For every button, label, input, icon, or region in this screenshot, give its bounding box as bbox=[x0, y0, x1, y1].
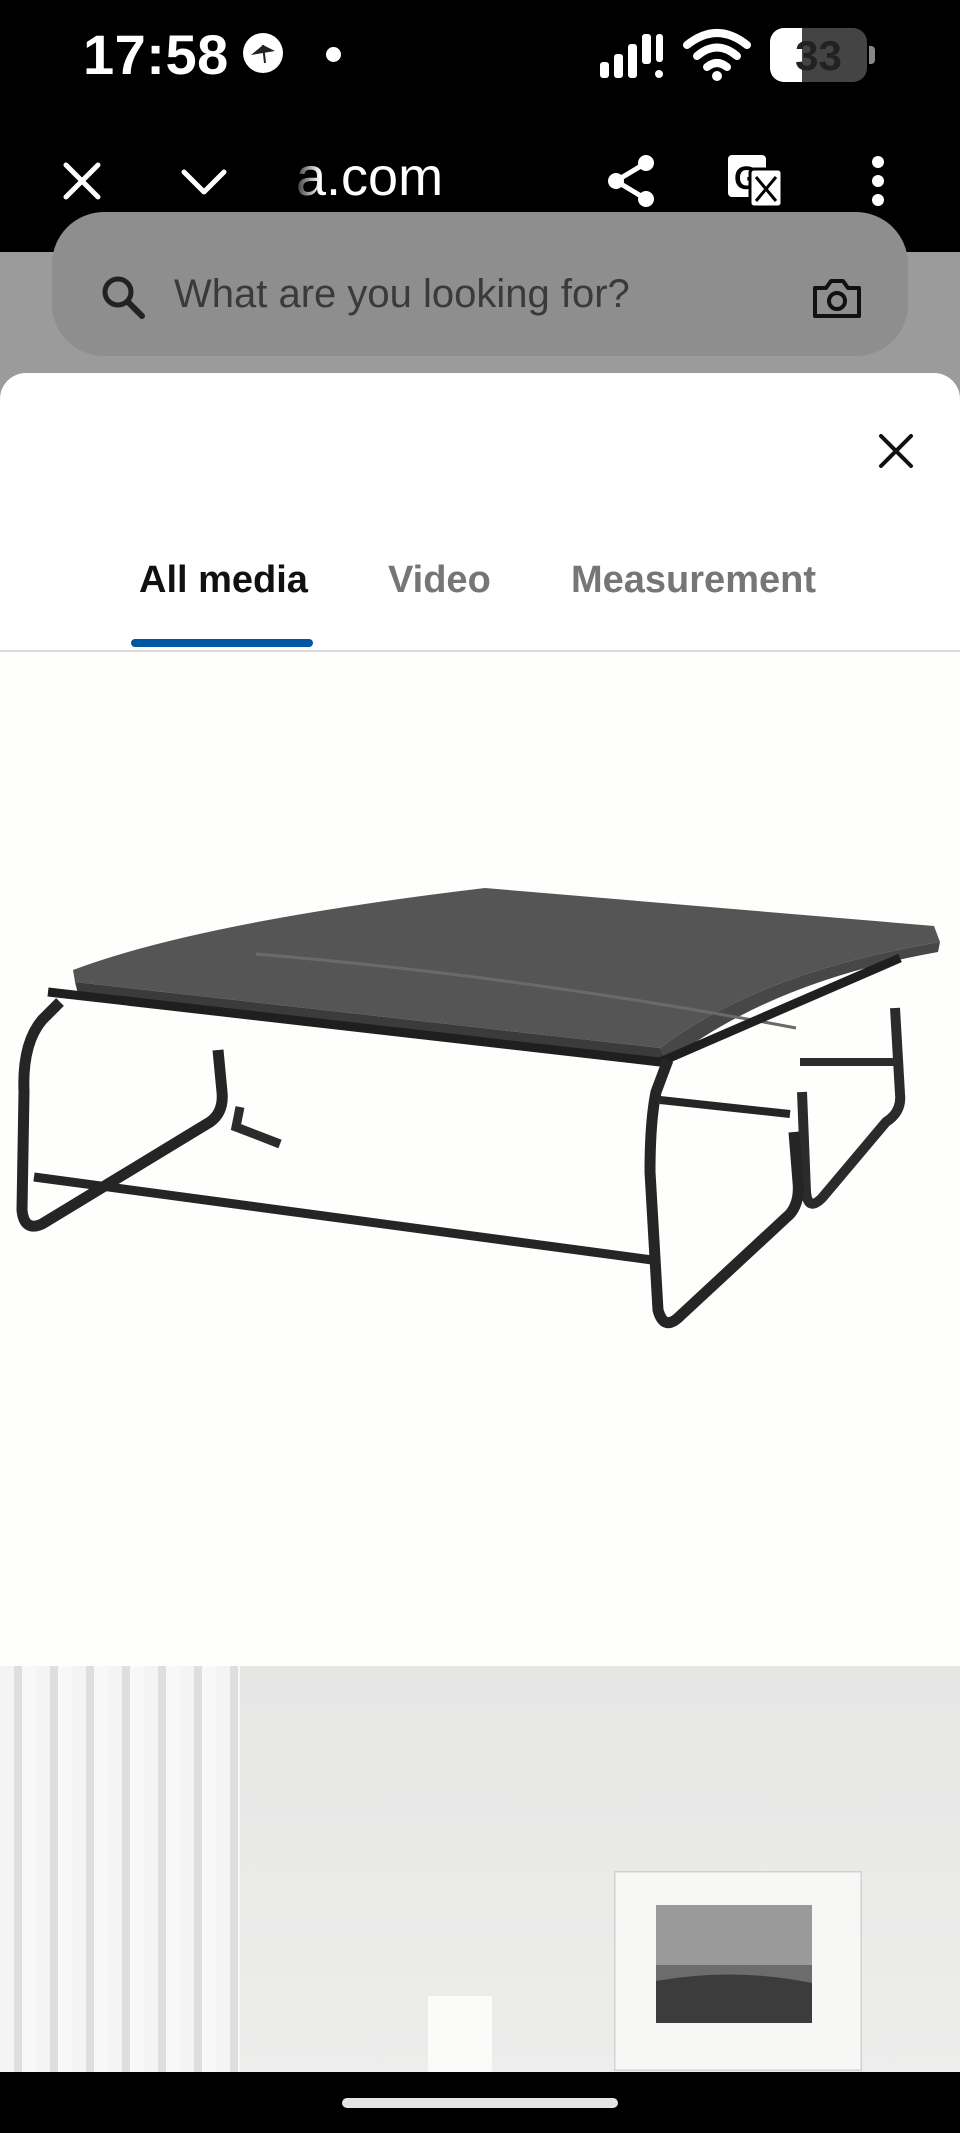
product-image[interactable] bbox=[0, 652, 960, 1666]
active-tab-indicator bbox=[131, 639, 313, 647]
url-fade bbox=[290, 140, 320, 220]
tab-measurement[interactable]: Measurement bbox=[571, 559, 816, 602]
app-badge-icon bbox=[243, 33, 283, 73]
close-icon bbox=[63, 162, 101, 200]
room-scene-image[interactable] bbox=[0, 1666, 960, 2073]
search-bar[interactable]: What are you looking for? bbox=[52, 212, 908, 356]
more-vert-icon bbox=[872, 156, 884, 206]
lamp bbox=[428, 1996, 492, 2073]
share-icon bbox=[608, 155, 654, 207]
home-indicator[interactable] bbox=[342, 2098, 618, 2108]
status-bar: 17:58 33 bbox=[0, 0, 960, 110]
search-input[interactable]: What are you looking for? bbox=[174, 272, 630, 317]
curtain bbox=[0, 1666, 240, 2073]
battery-icon: 33 bbox=[770, 28, 875, 82]
media-gallery-sheet: All media Video Measurement bbox=[0, 373, 960, 2073]
tab-video[interactable]: Video bbox=[388, 559, 491, 602]
chevron-down-icon bbox=[181, 169, 227, 195]
media-tabs: All media Video Measurement bbox=[0, 533, 960, 652]
close-icon bbox=[879, 434, 913, 468]
notification-dot-icon bbox=[326, 47, 341, 62]
battery-level: 33 bbox=[795, 32, 842, 79]
signal-icon bbox=[600, 34, 663, 78]
tab-all-media[interactable]: All media bbox=[139, 559, 308, 602]
navigation-bar bbox=[0, 2072, 960, 2133]
status-time: 17:58 bbox=[83, 23, 229, 86]
camera-icon[interactable] bbox=[812, 276, 862, 320]
wifi-icon bbox=[683, 29, 751, 81]
close-sheet-button[interactable] bbox=[866, 421, 926, 481]
translate-icon: G bbox=[728, 155, 784, 209]
folding-bed-image bbox=[16, 888, 940, 1329]
framed-photo bbox=[614, 1871, 862, 2071]
search-icon bbox=[102, 276, 145, 319]
